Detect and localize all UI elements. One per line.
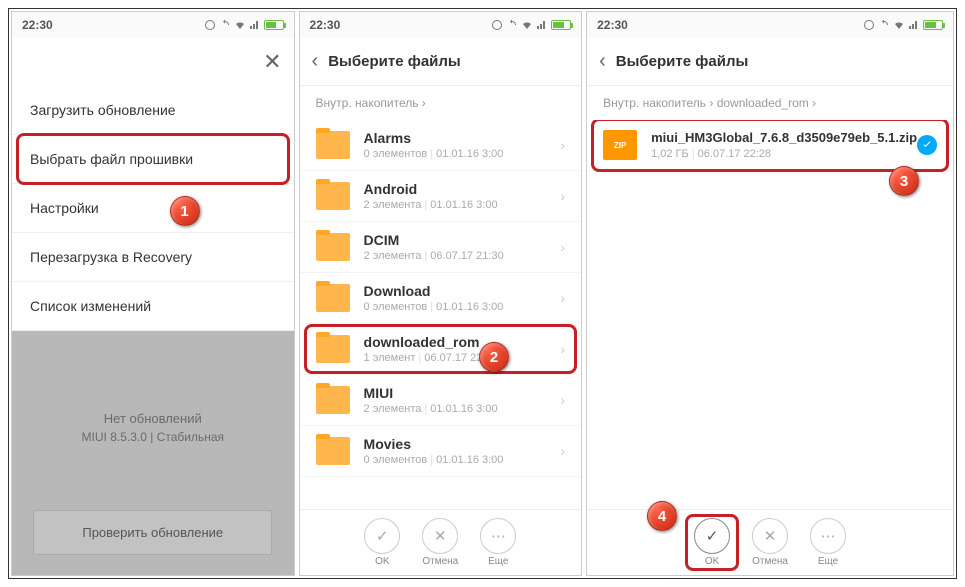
sync-icon [219,19,231,31]
check-update-button[interactable]: Проверить обновление [33,510,272,555]
battery-icon [551,20,571,30]
chevron-right-icon: › [560,137,565,153]
ok-button[interactable]: ✓ OK [687,518,737,567]
folder-icon [316,131,350,159]
status-icons [863,19,943,31]
chevron-right-icon: › [560,188,565,204]
more-button[interactable]: ⋯Еще [473,518,523,567]
tutorial-composite: 22:30 ✕ Загрузить обновление Выбрать фай… [8,8,957,579]
file-picker-header: ‹ Выберите файлы [587,38,953,86]
dnd-icon [204,19,216,31]
folder-movies[interactable]: Movies0 элементов|01.01.16 3:00› [300,426,582,477]
no-updates-title: Нет обновлений [82,411,224,426]
status-bar: 22:30 [587,12,953,38]
back-icon[interactable]: ‹ [312,50,319,73]
breadcrumb[interactable]: Внутр. накопитель › [300,86,582,120]
folder-icon [316,335,350,363]
folder-dcim[interactable]: DCIM2 элемента|06.07.17 21:30› [300,222,582,273]
signal-icon [536,19,548,31]
menu-download-update[interactable]: Загрузить обновление [12,86,294,135]
more-button[interactable]: ⋯Еще [803,518,853,567]
chevron-right-icon: › [560,341,565,357]
sync-icon [878,19,890,31]
cancel-button[interactable]: ✕Отмена [415,518,465,567]
folder-android[interactable]: Android2 элемента|01.01.16 3:00› [300,171,582,222]
folder-icon [316,182,350,210]
battery-icon [264,20,284,30]
file-zip-firmware[interactable]: ZIP miui_HM3Global_7.6.8_d3509e79eb_5.1.… [587,120,953,171]
no-updates-subtitle: MIUI 8.5.3.0 | Стабильная [82,430,224,444]
folder-miui[interactable]: MIUI2 элемента|01.01.16 3:00› [300,375,582,426]
dnd-icon [863,19,875,31]
sync-icon [506,19,518,31]
menu-header: ✕ [12,38,294,86]
status-icons [491,19,571,31]
file-picker-title: Выберите файлы [328,53,461,70]
signal-icon [908,19,920,31]
dnd-icon [491,19,503,31]
bottom-actions: ✓ OK ✕Отмена ⋯Еще [587,509,953,575]
ok-button[interactable]: ✓OK [357,518,407,567]
battery-icon [923,20,943,30]
no-updates-block: Нет обновлений MIUI 8.5.3.0 | Стабильная [82,411,224,444]
wifi-icon [234,19,246,31]
folder-list: Alarms0 элементов|01.01.16 3:00› Android… [300,120,582,509]
folder-icon [316,284,350,312]
status-bar: 22:30 [300,12,582,38]
status-icons [204,19,284,31]
menu-settings[interactable]: Настройки [12,184,294,233]
wifi-icon [893,19,905,31]
folder-list: ZIP miui_HM3Global_7.6.8_d3509e79eb_5.1.… [587,120,953,509]
more-icon: ⋯ [810,518,846,554]
status-time: 22:30 [310,18,341,32]
folder-download[interactable]: Download0 элементов|01.01.16 3:00› [300,273,582,324]
status-bar: 22:30 [12,12,294,38]
folder-alarms[interactable]: Alarms0 элементов|01.01.16 3:00› [300,120,582,171]
back-icon[interactable]: ‹ [599,50,606,73]
close-icon: ✕ [422,518,458,554]
selected-check-icon [917,135,937,155]
check-icon: ✓ [694,518,730,554]
menu-choose-firmware[interactable]: Выбрать файл прошивки [12,135,294,184]
folder-icon [316,437,350,465]
cancel-button[interactable]: ✕Отмена [745,518,795,567]
breadcrumb[interactable]: Внутр. накопитель › downloaded_rom › [587,86,953,120]
chevron-right-icon: › [560,392,565,408]
close-icon[interactable]: ✕ [263,49,281,75]
update-background: Нет обновлений MIUI 8.5.3.0 | Стабильная… [12,331,294,575]
phone-screen-3: 22:30 ‹ Выберите файлы Внутр. накопитель… [586,11,954,576]
menu-reboot-recovery[interactable]: Перезагрузка в Recovery [12,233,294,282]
file-picker-title: Выберите файлы [616,53,749,70]
menu-changelog[interactable]: Список изменений [12,282,294,331]
folder-icon [316,233,350,261]
bottom-actions: ✓OK ✕Отмена ⋯Еще [300,509,582,575]
chevron-right-icon: › [560,239,565,255]
file-picker-header: ‹ Выберите файлы [300,38,582,86]
more-icon: ⋯ [480,518,516,554]
zip-icon: ZIP [603,130,637,160]
status-time: 22:30 [22,18,53,32]
menu-list: Загрузить обновление Выбрать файл прошив… [12,86,294,331]
close-icon: ✕ [752,518,788,554]
phone-screen-2: 22:30 ‹ Выберите файлы Внутр. накопитель… [299,11,583,576]
wifi-icon [521,19,533,31]
signal-icon [249,19,261,31]
chevron-right-icon: › [560,443,565,459]
check-icon: ✓ [364,518,400,554]
chevron-right-icon: › [560,290,565,306]
folder-downloaded-rom[interactable]: downloaded_rom1 элемент|06.07.17 22:27› [300,324,582,375]
folder-icon [316,386,350,414]
phone-screen-1: 22:30 ✕ Загрузить обновление Выбрать фай… [11,11,295,576]
status-time: 22:30 [597,18,628,32]
